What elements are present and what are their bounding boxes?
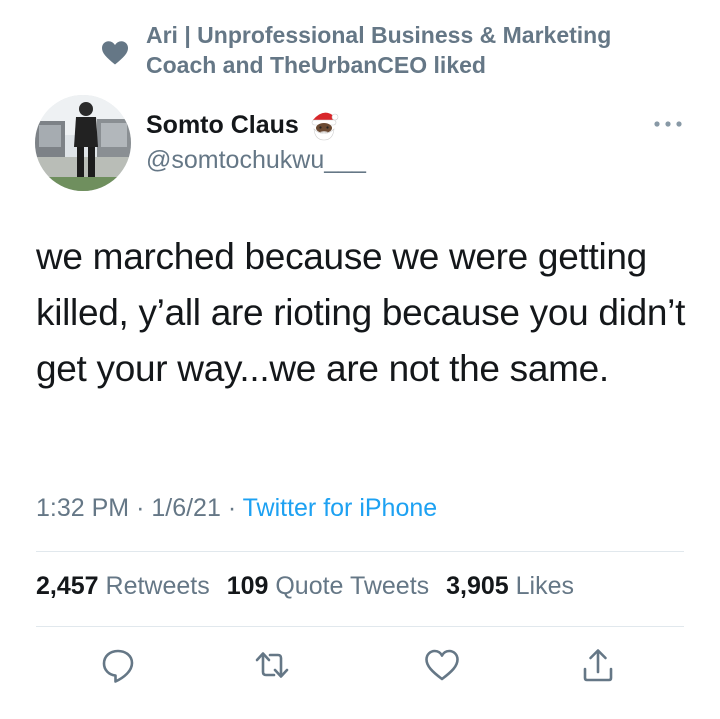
tweet-stats: 2,457 Retweets 109 Quote Tweets 3,905 Li… [36, 572, 574, 601]
tweet-time[interactable]: 1:32 PM [36, 494, 129, 522]
retweet-icon[interactable] [252, 645, 292, 685]
author-name-row[interactable]: Somto Claus [146, 108, 339, 142]
avatar[interactable] [35, 95, 131, 191]
share-icon[interactable] [578, 645, 618, 685]
tweet-text: we marched because we were getting kille… [36, 236, 686, 389]
tweet-source-link[interactable]: Twitter for iPhone [243, 494, 438, 522]
meta-separator: · [136, 494, 145, 522]
quote-tweets-count: 109 [226, 572, 269, 600]
liked-by-text: Ari | Unprofessional Business & Marketin… [146, 22, 612, 78]
likes-count: 3,905 [446, 572, 509, 600]
divider [36, 626, 684, 627]
likes-stat[interactable]: 3,905 Likes [446, 572, 574, 600]
author-handle[interactable]: @somtochukwu___ [146, 146, 366, 175]
retweets-count: 2,457 [36, 572, 99, 600]
divider [36, 551, 684, 552]
tweet-meta: 1:32 PM · 1/6/21 · Twitter for iPhone [36, 494, 437, 523]
heart-icon [102, 41, 128, 65]
quote-tweets-label: Quote Tweets [275, 572, 430, 600]
retweets-label: Retweets [105, 572, 210, 600]
more-options-icon[interactable] [650, 114, 686, 134]
tweet-detail: Ari | Unprofessional Business & Marketin… [0, 0, 720, 719]
likes-label: Likes [515, 572, 574, 600]
tweet-date[interactable]: 1/6/21 [151, 494, 221, 522]
like-icon[interactable] [422, 645, 462, 685]
reply-icon[interactable] [98, 645, 138, 685]
display-name: Somto Claus [146, 110, 299, 139]
meta-separator: · [227, 494, 237, 522]
social-context[interactable]: Ari | Unprofessional Business & Marketin… [100, 20, 680, 90]
avatar-photo [35, 95, 131, 191]
santa-emoji-icon [311, 112, 339, 141]
quote-tweets-stat[interactable]: 109 Quote Tweets [227, 572, 429, 600]
retweets-stat[interactable]: 2,457 Retweets [36, 572, 210, 600]
